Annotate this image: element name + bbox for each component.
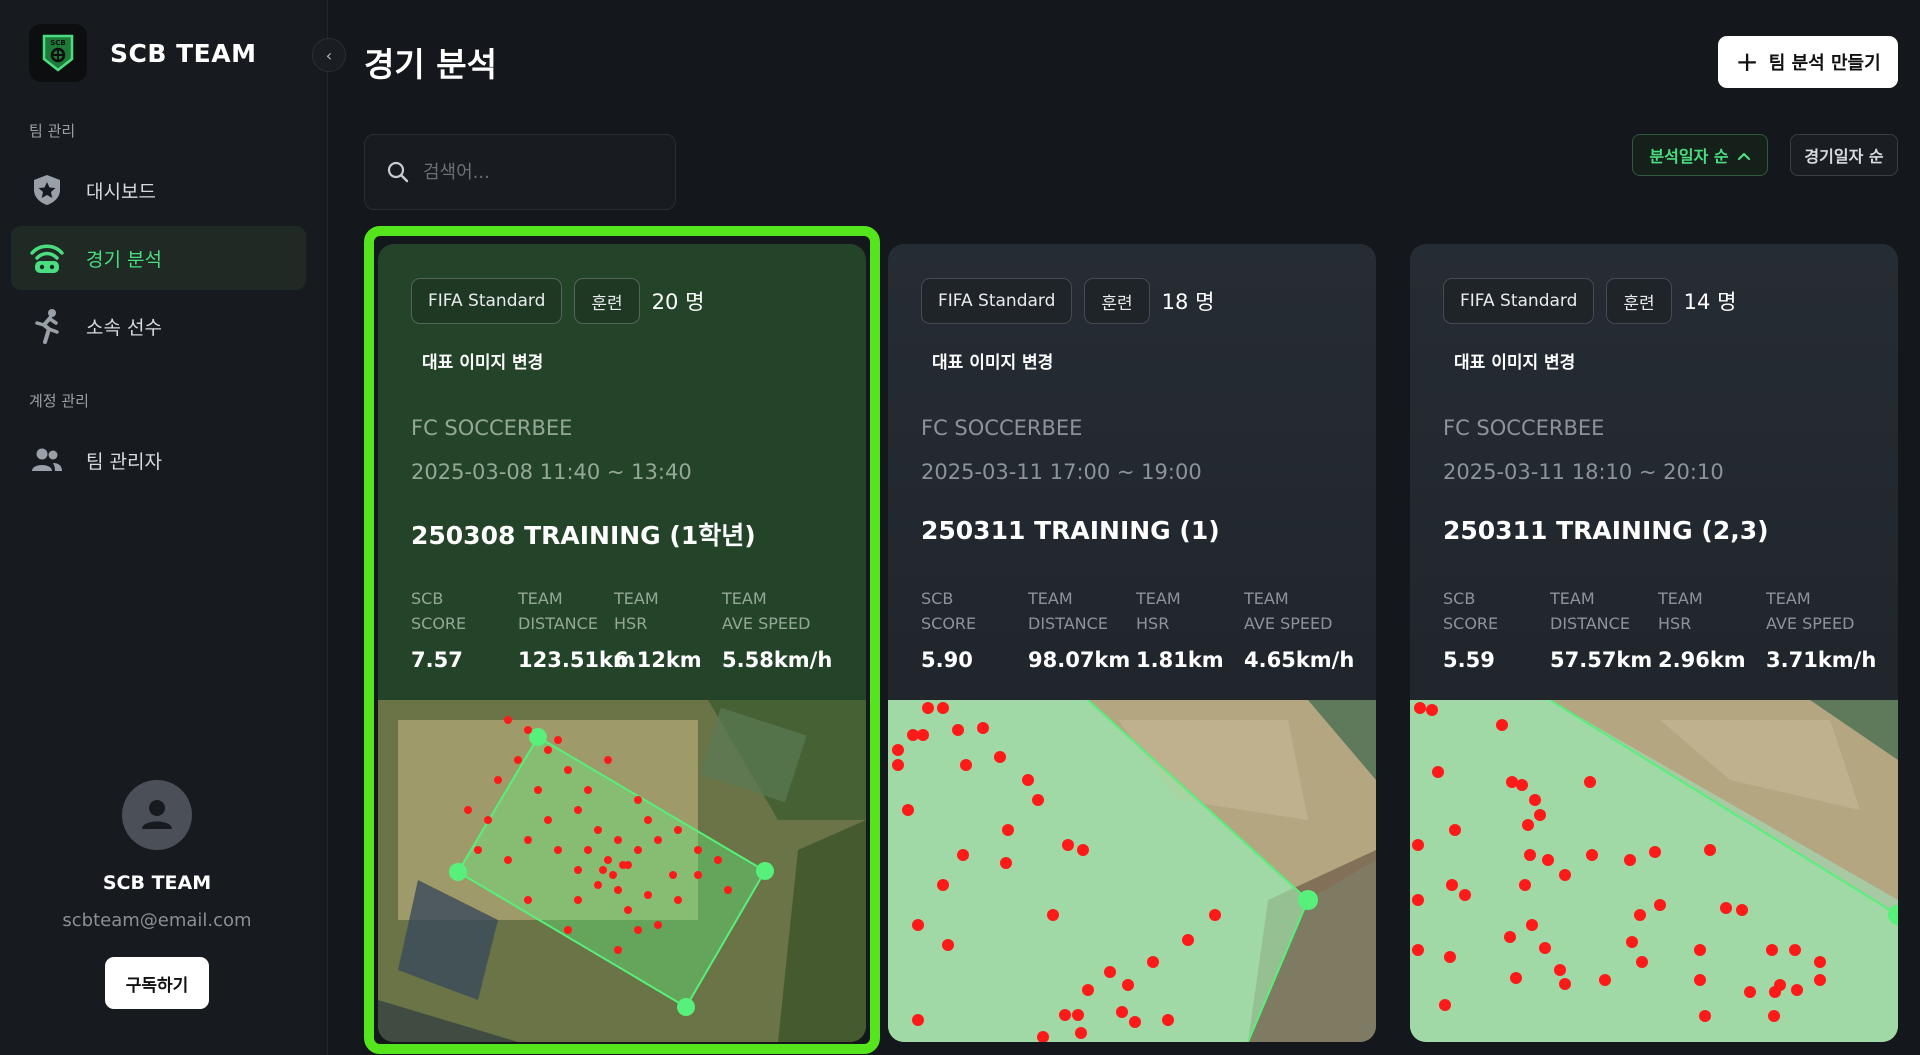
team-name: FC SOCCERBEE bbox=[921, 416, 1083, 440]
stat-team-ave-speed: TEAM AVE SPEED 3.71km/h bbox=[1766, 589, 1877, 672]
page-title: 경기 분석 bbox=[364, 45, 497, 84]
sidebar-item-label: 팀 관리자 bbox=[86, 450, 162, 473]
subscribe-button[interactable]: 구독하기 bbox=[105, 957, 209, 1009]
player-kick-icon bbox=[28, 307, 66, 345]
stat-team-hsr: TEAM HSR 1.81km bbox=[1136, 589, 1224, 672]
person-icon bbox=[142, 800, 172, 829]
standard-tag: FIFA Standard bbox=[1443, 278, 1595, 324]
logo-text: SCB bbox=[50, 39, 66, 47]
stat-team-distance: TEAM DISTANCE 57.57km bbox=[1550, 589, 1653, 672]
field-heatmap-image bbox=[1410, 700, 1898, 1042]
brand-name: SCB TEAM bbox=[110, 38, 257, 68]
standard-tag: FIFA Standard bbox=[921, 278, 1073, 324]
stat-scb-score: SCB SCORE 5.59 bbox=[1443, 589, 1499, 672]
match-card[interactable]: FIFA Standard 훈련 20 명 대표 이미지 변경 FC SOCCE… bbox=[378, 244, 866, 1042]
sidebar: SCB SCB TEAM 팀 관리 대시보드 경기 분석 소속 선수 계정 관리… bbox=[0, 0, 328, 1055]
sidebar-item-label: 소속 선수 bbox=[86, 316, 162, 339]
stat-team-distance: TEAM DISTANCE 98.07km bbox=[1028, 589, 1131, 672]
user-profile: SCB TEAM scbteam@email.com 구독하기 bbox=[0, 780, 314, 1009]
profile-name: SCB TEAM bbox=[102, 872, 212, 894]
search-icon bbox=[387, 161, 409, 183]
change-image-button[interactable]: 대표 이미지 변경 bbox=[422, 348, 543, 373]
sort-by-analysis-label: 분석일자 순 bbox=[1649, 147, 1729, 166]
sidebar-item-dashboard[interactable]: 대시보드 bbox=[11, 158, 306, 222]
create-team-analysis-button[interactable]: + 팀 분석 만들기 bbox=[1718, 36, 1898, 88]
match-title: 250308 TRAINING (1학년) bbox=[411, 521, 756, 550]
match-card[interactable]: FIFA Standard 훈련 18 명 대표 이미지 변경 FC SOCCE… bbox=[888, 244, 1376, 1042]
avatar[interactable] bbox=[122, 780, 192, 850]
standard-tag: FIFA Standard bbox=[411, 278, 563, 324]
sort-by-match-date-button[interactable]: 경기일자 순 bbox=[1790, 134, 1898, 176]
sidebar-item-label: 대시보드 bbox=[86, 180, 156, 203]
player-count: 14 명 bbox=[1683, 290, 1737, 314]
scb-logo-icon: SCB bbox=[29, 24, 87, 82]
stat-team-ave-speed: TEAM AVE SPEED 4.65km/h bbox=[1244, 589, 1355, 672]
match-card[interactable]: FIFA Standard 훈련 14 명 대표 이미지 변경 FC SOCCE… bbox=[1410, 244, 1898, 1042]
player-count: 18 명 bbox=[1161, 290, 1215, 314]
stat-team-hsr: TEAM HSR 6.12km bbox=[614, 589, 702, 672]
match-title: 250311 TRAINING (2,3) bbox=[1443, 516, 1769, 545]
match-time: 2025-03-11 18:10 ~ 20:10 bbox=[1443, 460, 1724, 484]
team-name: FC SOCCERBEE bbox=[411, 416, 573, 440]
stat-scb-score: SCB SCORE 5.90 bbox=[921, 589, 977, 672]
field-heatmap-image bbox=[888, 700, 1376, 1042]
type-tag: 훈련 bbox=[1084, 278, 1150, 324]
chevron-up-icon bbox=[1737, 146, 1751, 165]
shield-star-icon bbox=[28, 171, 66, 209]
brand[interactable]: SCB SCB TEAM bbox=[29, 24, 256, 82]
signal-analysis-icon bbox=[28, 239, 66, 277]
create-button-label: 팀 분석 만들기 bbox=[1768, 53, 1881, 74]
stat-scb-score: SCB SCORE 7.57 bbox=[411, 589, 467, 672]
match-time: 2025-03-11 17:00 ~ 19:00 bbox=[921, 460, 1202, 484]
change-image-button[interactable]: 대표 이미지 변경 bbox=[932, 348, 1053, 373]
users-icon bbox=[28, 441, 66, 479]
player-count: 20 명 bbox=[651, 290, 705, 314]
change-image-button[interactable]: 대표 이미지 변경 bbox=[1454, 348, 1575, 373]
profile-email: scbteam@email.com bbox=[62, 910, 252, 931]
stat-team-ave-speed: TEAM AVE SPEED 5.58km/h bbox=[722, 589, 833, 672]
sidebar-item-label: 경기 분석 bbox=[86, 248, 162, 271]
field-heatmap-image bbox=[378, 700, 866, 1042]
chevron-left-icon[interactable]: ‹ bbox=[312, 38, 346, 72]
sidebar-item-players[interactable]: 소속 선수 bbox=[11, 294, 306, 358]
sidebar-item-team-admin[interactable]: 팀 관리자 bbox=[11, 428, 306, 492]
stat-team-hsr: TEAM HSR 2.96km bbox=[1658, 589, 1746, 672]
section-team-management: 팀 관리 bbox=[29, 122, 76, 140]
search-box[interactable] bbox=[364, 134, 676, 210]
section-account-management: 계정 관리 bbox=[29, 392, 89, 410]
type-tag: 훈련 bbox=[1606, 278, 1672, 324]
match-title: 250311 TRAINING (1) bbox=[921, 516, 1220, 545]
sort-by-analysis-date-button[interactable]: 분석일자 순 bbox=[1632, 134, 1768, 176]
plus-icon: + bbox=[1735, 45, 1759, 78]
sidebar-item-match-analysis[interactable]: 경기 분석 bbox=[11, 226, 306, 290]
type-tag: 훈련 bbox=[574, 278, 640, 324]
team-name: FC SOCCERBEE bbox=[1443, 416, 1605, 440]
search-input[interactable] bbox=[423, 161, 663, 183]
match-time: 2025-03-08 11:40 ~ 13:40 bbox=[411, 460, 692, 484]
